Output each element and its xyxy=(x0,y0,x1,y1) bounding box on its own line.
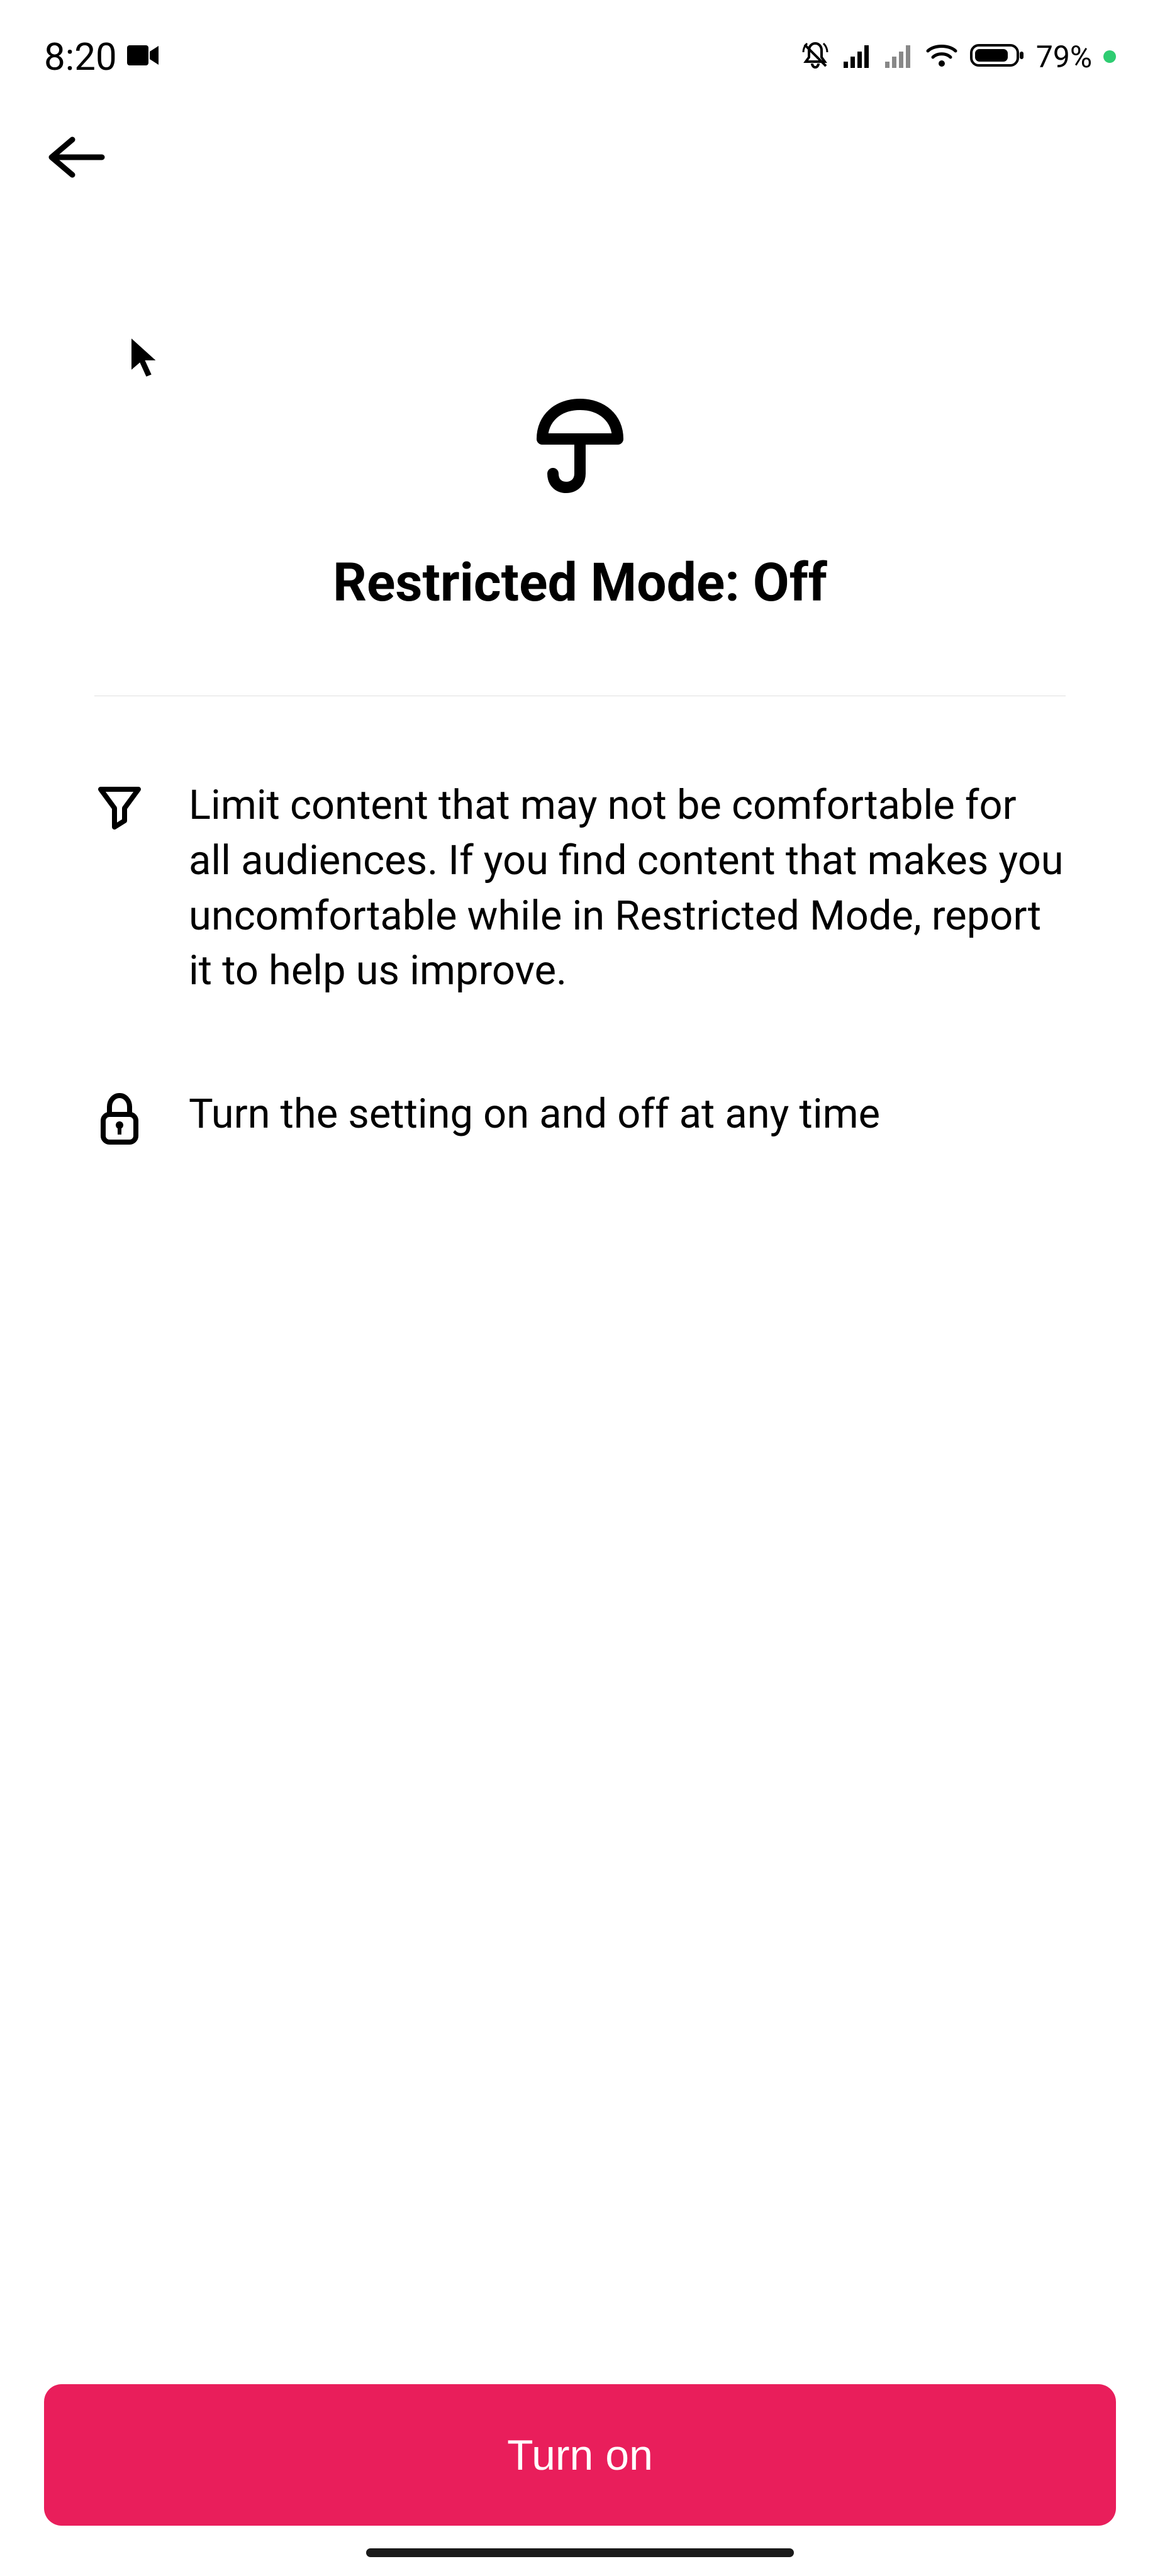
status-bar: 8:20 xyxy=(0,0,1160,101)
back-button[interactable] xyxy=(38,126,113,191)
info-item: Turn the setting on and off at any time xyxy=(94,1087,1066,1150)
arrow-left-icon xyxy=(44,175,107,184)
filter-icon xyxy=(94,782,145,835)
info-item: Limit content that may not be comfortabl… xyxy=(94,778,1066,999)
bottom-area: Turn on xyxy=(0,2384,1160,2576)
battery-icon xyxy=(969,42,1025,71)
status-left: 8:20 xyxy=(44,35,160,79)
signal-bars-icon-2 xyxy=(884,43,914,70)
status-time: 8:20 xyxy=(44,35,117,79)
info-list: Limit content that may not be comfortabl… xyxy=(94,778,1066,1150)
video-recording-icon xyxy=(127,44,160,69)
turn-on-button[interactable]: Turn on xyxy=(44,2384,1116,2526)
privacy-indicator-dot xyxy=(1103,50,1116,63)
nav-bar xyxy=(0,101,1160,216)
info-text: Turn the setting on and off at any time xyxy=(189,1087,880,1142)
home-indicator[interactable] xyxy=(366,2548,794,2557)
battery-percent: 79% xyxy=(1036,39,1092,75)
status-right: 79% xyxy=(800,39,1116,75)
info-text: Limit content that may not be comfortabl… xyxy=(189,778,1066,999)
umbrella-icon xyxy=(527,392,633,501)
wifi-icon xyxy=(925,42,958,71)
content-area: Restricted Mode: Off Limit content that … xyxy=(0,216,1160,1150)
page-title: Restricted Mode: Off xyxy=(333,552,827,614)
signal-bars-icon xyxy=(842,43,873,70)
lock-icon xyxy=(94,1091,145,1150)
notification-muted-icon xyxy=(800,40,831,74)
